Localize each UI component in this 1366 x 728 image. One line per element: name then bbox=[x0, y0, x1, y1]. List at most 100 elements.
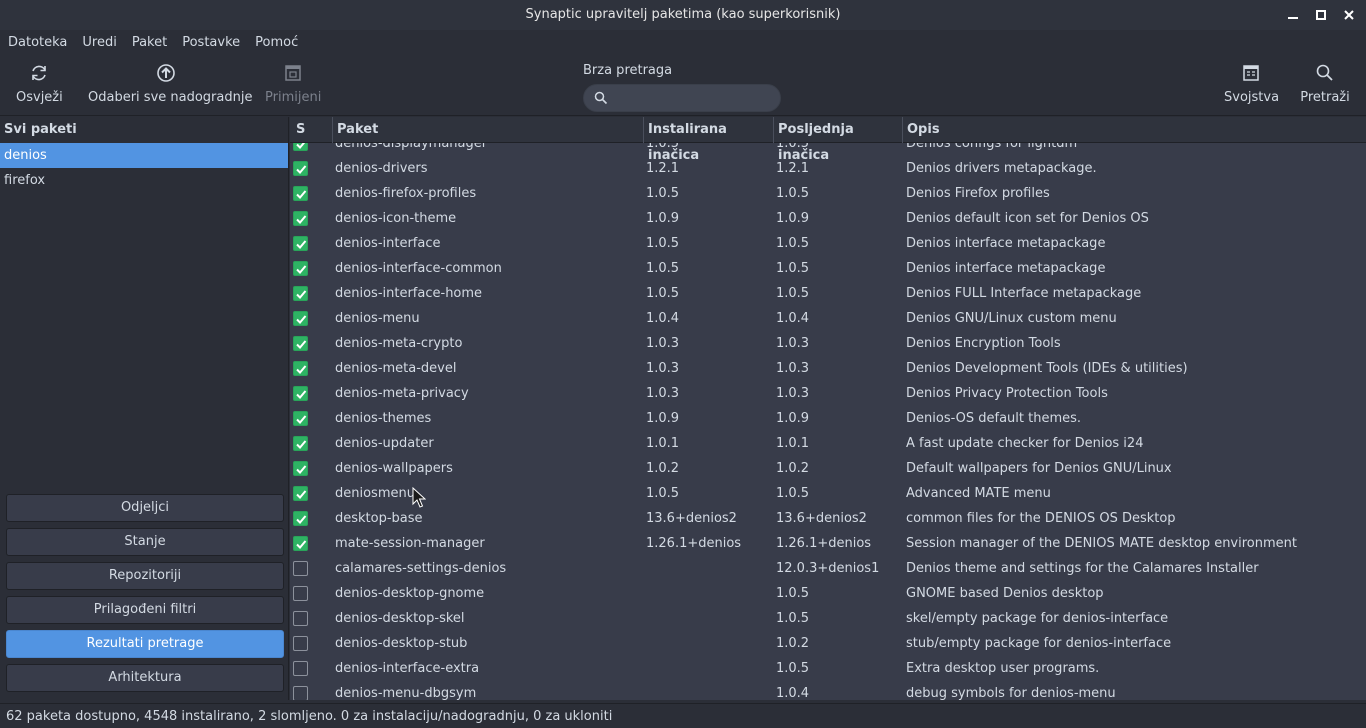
table-row[interactable]: denios-meta-crypto 1.0.3 1.0.3 Denios Encry… bbox=[290, 331, 1366, 356]
menu-file[interactable]: Datoteka bbox=[8, 35, 67, 50]
reload-button[interactable]: Osvježi bbox=[16, 62, 63, 105]
installed-version: 1.0.5 bbox=[646, 486, 680, 501]
menu-edit[interactable]: Uredi bbox=[82, 35, 116, 50]
sidebar-item-firefox[interactable]: firefox bbox=[0, 168, 288, 193]
table-row[interactable]: denios-interface-common 1.0.5 1.0.5 Denios … bbox=[290, 256, 1366, 281]
checked-checkbox-icon[interactable] bbox=[293, 186, 308, 201]
origin-button[interactable]: Repozitoriji bbox=[6, 562, 284, 590]
latest-version: 1.0.5 bbox=[776, 286, 810, 301]
sections-button[interactable]: Odjeljci bbox=[6, 494, 284, 522]
unchecked-checkbox-icon[interactable] bbox=[293, 636, 308, 651]
checked-checkbox-icon[interactable] bbox=[293, 511, 308, 526]
checked-checkbox-icon[interactable] bbox=[293, 236, 308, 251]
checked-checkbox-icon[interactable] bbox=[293, 161, 308, 176]
checked-checkbox-icon[interactable] bbox=[293, 261, 308, 276]
table-row[interactable]: denios-menu 1.0.4 1.0.4 Denios GNU/Linux cu… bbox=[290, 306, 1366, 331]
unchecked-checkbox-icon[interactable] bbox=[293, 586, 308, 601]
installed-version: 1.0.9 bbox=[646, 211, 680, 226]
table-row[interactable]: denios-wallpapers 1.0.2 1.0.2 Default wallp… bbox=[290, 456, 1366, 481]
package-description: Denios interface metapackage bbox=[906, 261, 1106, 276]
package-name: denios-interface-extra bbox=[335, 661, 480, 676]
window-title: Synaptic upravitelj paketima (kao superk… bbox=[525, 7, 841, 22]
status-button[interactable]: Stanje bbox=[6, 528, 284, 556]
table-row[interactable]: calamares-settings-denios 12.0.3+denios1 D… bbox=[290, 556, 1366, 581]
table-row[interactable]: denios-meta-devel 1.0.3 1.0.3 Denios Develo… bbox=[290, 356, 1366, 381]
installed-version: 1.0.5 bbox=[646, 286, 680, 301]
menu-package[interactable]: Paket bbox=[132, 35, 167, 50]
custom-filters-button[interactable]: Prilagođeni filtri bbox=[6, 596, 284, 624]
search-results-button[interactable]: Rezultati pretrage bbox=[6, 630, 284, 658]
mark-upgrades-button[interactable]: Odaberi sve nadogradnje bbox=[88, 62, 252, 105]
sidebar-item-denios[interactable]: denios bbox=[0, 143, 288, 168]
checked-checkbox-icon[interactable] bbox=[293, 311, 308, 326]
installed-version: 1.26.1+denios bbox=[646, 536, 742, 551]
installed-version: 1.0.4 bbox=[646, 311, 680, 326]
checked-checkbox-icon[interactable] bbox=[293, 536, 308, 551]
table-row[interactable]: denios-interface-extra 1.0.5 Extra desktop… bbox=[290, 656, 1366, 681]
sidebar-header[interactable]: Svi paketi bbox=[0, 117, 288, 143]
checked-checkbox-icon[interactable] bbox=[293, 461, 308, 476]
checked-checkbox-icon[interactable] bbox=[293, 411, 308, 426]
checked-checkbox-icon[interactable] bbox=[293, 286, 308, 301]
table-row[interactable]: denios-themes 1.0.9 1.0.9 Denios-OS default… bbox=[290, 406, 1366, 431]
table-row[interactable]: denios-interface-home 1.0.5 1.0.5 Denios FU… bbox=[290, 281, 1366, 306]
checked-checkbox-icon[interactable] bbox=[293, 211, 308, 226]
table-row[interactable]: denios-meta-privacy 1.0.3 1.0.3 Denios Priv… bbox=[290, 381, 1366, 406]
apply-button[interactable]: Primijeni bbox=[265, 62, 321, 105]
checked-checkbox-icon[interactable] bbox=[293, 361, 308, 376]
column-description[interactable]: Opis bbox=[902, 117, 1366, 143]
table-row[interactable]: denios-updater 1.0.1 1.0.1 A fast update ch… bbox=[290, 431, 1366, 456]
latest-version: 1.0.5 bbox=[776, 486, 810, 501]
close-icon[interactable] bbox=[1342, 8, 1356, 22]
menu-help[interactable]: Pomoć bbox=[255, 35, 298, 50]
quick-search: Brza pretraga bbox=[583, 63, 781, 112]
table-row[interactable]: denios-desktop-skel 1.0.5 skel/empty packa… bbox=[290, 606, 1366, 631]
column-installed-version[interactable]: Instalirana inačica bbox=[643, 117, 773, 163]
latest-version: 1.0.5 bbox=[776, 261, 810, 276]
checked-checkbox-icon[interactable] bbox=[293, 386, 308, 401]
column-status[interactable]: S bbox=[292, 117, 312, 143]
package-name: denios-firefox-profiles bbox=[335, 186, 477, 201]
search-button[interactable]: Pretraži bbox=[1299, 62, 1351, 105]
checked-checkbox-icon[interactable] bbox=[293, 486, 308, 501]
column-package[interactable]: Paket bbox=[332, 117, 642, 143]
menu-settings[interactable]: Postavke bbox=[182, 35, 240, 50]
package-description: Denios-OS default themes. bbox=[906, 411, 1082, 426]
unchecked-checkbox-icon[interactable] bbox=[293, 561, 308, 576]
checked-checkbox-icon[interactable] bbox=[293, 436, 308, 451]
installed-version: 1.0.3 bbox=[646, 336, 680, 351]
column-latest-version[interactable]: Posljednja inačica bbox=[773, 117, 902, 163]
search-icon bbox=[594, 91, 608, 105]
title-bar: Synaptic upravitelj paketima (kao superk… bbox=[0, 0, 1366, 30]
reload-label: Osvježi bbox=[16, 90, 63, 105]
filter-buttons: Odjeljci Stanje Repozitoriji Prilagođeni… bbox=[6, 494, 284, 698]
unchecked-checkbox-icon[interactable] bbox=[293, 686, 308, 700]
package-name: denios-interface-home bbox=[335, 286, 483, 301]
table-row[interactable]: denios-icon-theme 1.0.9 1.0.9 Denios defaul… bbox=[290, 206, 1366, 231]
properties-label: Svojstva bbox=[1224, 90, 1280, 105]
minimize-icon[interactable] bbox=[1286, 8, 1300, 22]
quick-search-input[interactable] bbox=[614, 88, 774, 108]
table-row[interactable]: mate-session-manager 1.26.1+denios 1.26.1+… bbox=[290, 531, 1366, 556]
unchecked-checkbox-icon[interactable] bbox=[293, 661, 308, 676]
quick-search-box[interactable] bbox=[583, 84, 781, 112]
package-name: denios-meta-privacy bbox=[335, 386, 469, 401]
table-row[interactable]: denios-desktop-gnome 1.0.5 GNOME based Den… bbox=[290, 581, 1366, 606]
package-table: S Paket Instalirana inačica Posljednja i… bbox=[290, 117, 1366, 700]
table-row[interactable]: desktop-base 13.6+denios2 13.6+denios2 comm… bbox=[290, 506, 1366, 531]
checked-checkbox-icon[interactable] bbox=[293, 336, 308, 351]
package-description: Denios default icon set for Denios OS bbox=[906, 211, 1149, 226]
latest-version: 1.0.5 bbox=[776, 236, 810, 251]
package-description: Denios Privacy Protection Tools bbox=[906, 386, 1108, 401]
table-row[interactable]: denios-firefox-profiles 1.0.5 1.0.5 Denios … bbox=[290, 181, 1366, 206]
maximize-icon[interactable] bbox=[1314, 8, 1328, 22]
properties-button[interactable]: Svojstva bbox=[1224, 62, 1280, 105]
table-row[interactable]: deniosmenu 1.0.5 1.0.5 Advanced MATE menu bbox=[290, 481, 1366, 506]
unchecked-checkbox-icon[interactable] bbox=[293, 611, 308, 626]
architecture-button[interactable]: Arhitektura bbox=[6, 664, 284, 692]
table-row[interactable]: denios-interface 1.0.5 1.0.5 Denios interfa… bbox=[290, 231, 1366, 256]
table-row[interactable]: denios-desktop-stub 1.0.2 stub/empty packa… bbox=[290, 631, 1366, 656]
search-label: Pretraži bbox=[1300, 90, 1350, 105]
table-row[interactable]: denios-menu-dbgsym 1.0.4 debug symbols for… bbox=[290, 681, 1366, 700]
package-name: calamares-settings-denios bbox=[335, 561, 507, 576]
